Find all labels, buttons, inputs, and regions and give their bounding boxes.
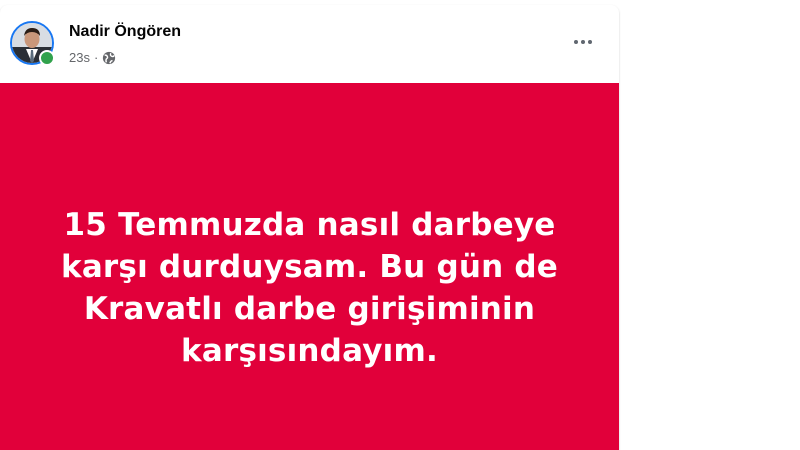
post-card: Nadir Öngören 23s · 15 Temmuzda nasıl da… (0, 5, 619, 450)
post-status-background: 15 Temmuzda nasıl darbeye karşı durduysa… (0, 83, 619, 450)
more-options-button[interactable] (567, 26, 599, 58)
post-timestamp[interactable]: 23s (69, 50, 90, 65)
author-name[interactable]: Nadir Öngören (69, 23, 181, 41)
post-body-text: 15 Temmuzda nasıl darbeye karşı durduysa… (61, 206, 558, 369)
post-meta: 23s · (69, 50, 116, 65)
page: Nadir Öngören 23s · 15 Temmuzda nasıl da… (0, 0, 800, 450)
post-header: Nadir Öngören 23s · (0, 5, 619, 83)
online-status-dot (39, 50, 55, 66)
meta-separator: · (93, 50, 99, 65)
avatar-wrap[interactable] (10, 21, 55, 66)
globe-icon[interactable] (102, 51, 116, 65)
more-horizontal-icon (574, 40, 592, 44)
